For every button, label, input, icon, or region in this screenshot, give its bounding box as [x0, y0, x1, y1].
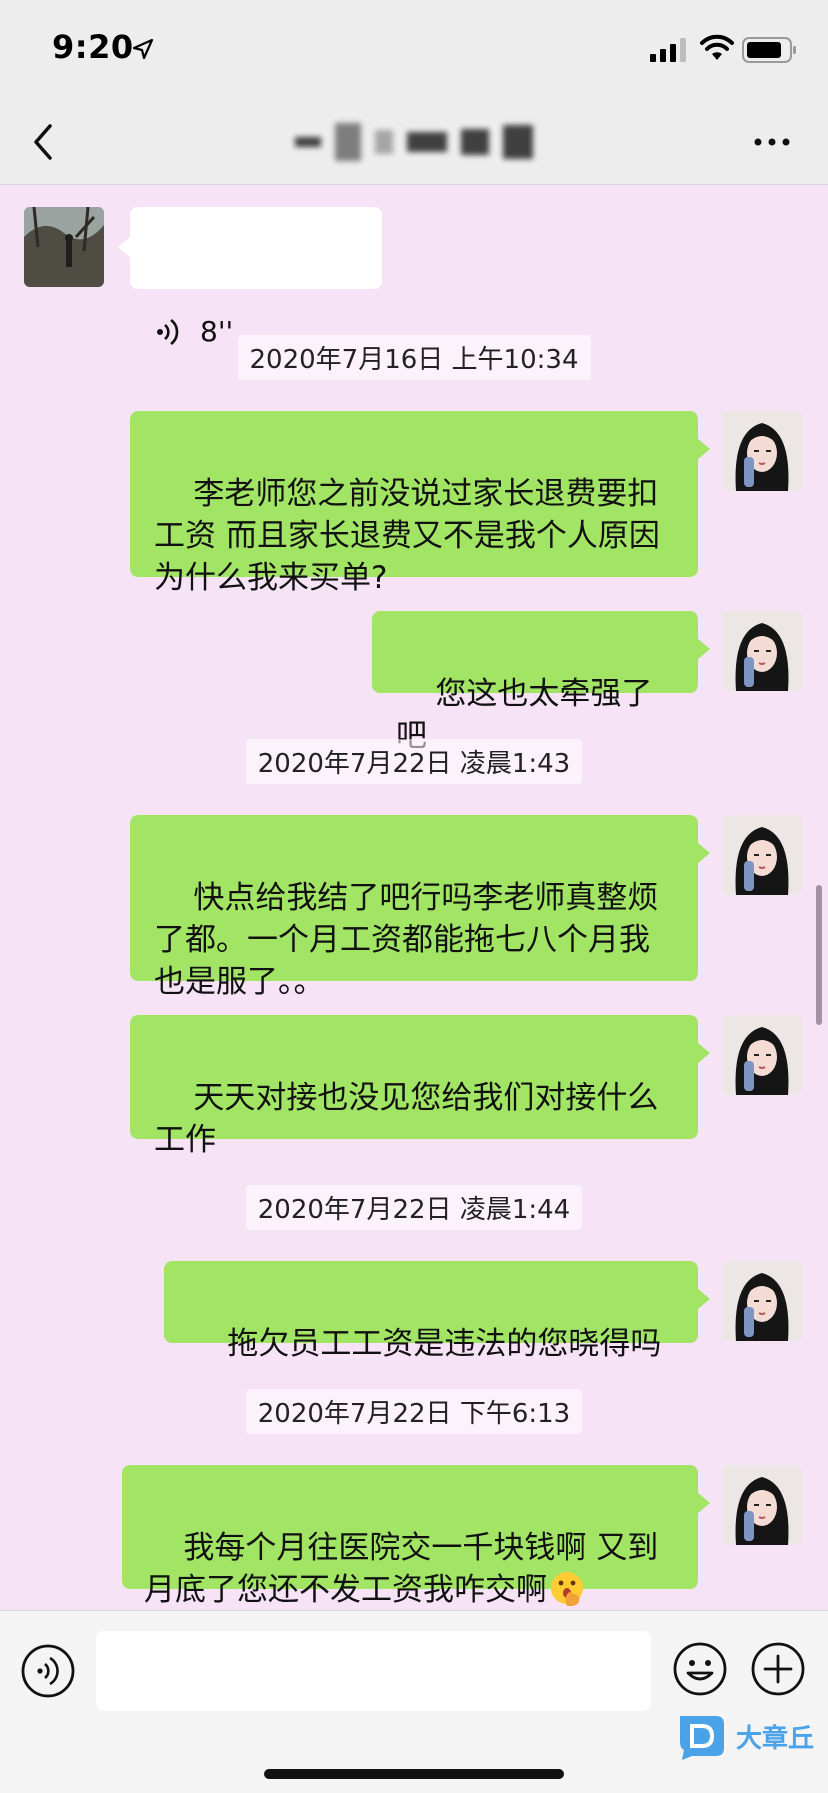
chat-message-list[interactable]: 8'' 2020年7月16日 上午10:34 李老师您之前没说过家长退费要扣工资…	[0, 185, 828, 1610]
my-avatar[interactable]	[722, 1015, 802, 1095]
my-avatar[interactable]	[722, 1465, 802, 1545]
outgoing-message-bubble[interactable]: 您这也太牵强了吧	[372, 611, 710, 754]
contact-name-blurred	[240, 116, 588, 168]
my-avatar[interactable]	[722, 611, 802, 691]
timestamp: 2020年7月22日 凌晨1:44	[0, 1185, 828, 1230]
timestamp: 2020年7月22日 下午6:13	[0, 1389, 828, 1434]
home-indicator[interactable]	[264, 1769, 564, 1779]
my-avatar[interactable]	[722, 815, 802, 895]
outgoing-message-bubble[interactable]: 快点给我结了吧行吗李老师真整烦了都。一个月工资都能拖七八个月我也是服了。。	[130, 815, 710, 1000]
blur-block	[375, 130, 393, 154]
status-bar: 9:20	[0, 0, 828, 100]
my-avatar[interactable]	[722, 411, 802, 491]
message-text: 拖欠员工工资是违法的您晓得吗	[227, 1326, 662, 1362]
message-text: 天天对接也没见您给我们对接什么工作	[154, 1080, 659, 1158]
plus-circle-icon[interactable]	[750, 1641, 806, 1697]
outgoing-message-bubble[interactable]: 李老师您之前没说过家长退费要扣工资 而且家长退费又不是我个人原因为什么我来买单?	[130, 411, 710, 596]
contact-avatar[interactable]	[24, 207, 104, 287]
face-with-hand-over-mouth-emoji	[551, 1572, 583, 1606]
blur-block	[295, 137, 321, 147]
watermark: 大章丘	[676, 1710, 814, 1762]
timestamp-label: 2020年7月16日 上午10:34	[237, 335, 591, 380]
voice-input-icon[interactable]	[20, 1643, 76, 1699]
message-text: 李老师您之前没说过家长退费要扣工资 而且家长退费又不是我个人原因为什么我来买单?	[154, 476, 660, 596]
chevron-left-icon[interactable]	[26, 118, 62, 166]
outgoing-message-bubble[interactable]: 我每个月往医院交一千块钱啊 又到月底了您还不发工资我咋交啊	[122, 1465, 710, 1608]
watermark-text: 大章丘	[736, 1723, 815, 1754]
timestamp: 2020年7月22日 凌晨1:43	[0, 739, 828, 784]
scroll-indicator[interactable]	[816, 885, 822, 1025]
outgoing-message-bubble[interactable]: 拖欠员工工资是违法的您晓得吗	[164, 1261, 710, 1362]
message-text: 快点给我结了吧行吗李老师真整烦了都。一个月工资都能拖七八个月我也是服了。。	[154, 880, 659, 1000]
emoji-face-icon[interactable]	[672, 1641, 728, 1697]
ellipsis-icon[interactable]	[750, 124, 794, 160]
location-arrow-icon	[132, 38, 154, 60]
status-time: 9:20	[52, 28, 134, 66]
blur-block	[461, 129, 489, 155]
battery-icon	[742, 37, 796, 63]
wifi-icon	[700, 34, 734, 60]
blur-block	[503, 125, 533, 159]
chat-header	[0, 100, 828, 185]
voice-message-bubble[interactable]: 8''	[118, 207, 382, 348]
watermark-logo-icon	[680, 1716, 724, 1760]
message-input-bar	[0, 1610, 828, 1793]
timestamp: 2020年7月16日 上午10:34	[0, 335, 828, 380]
outgoing-message-bubble[interactable]: 天天对接也没见您给我们对接什么工作	[130, 1015, 710, 1158]
my-avatar[interactable]	[722, 1261, 802, 1341]
cellular-signal-icon	[650, 38, 686, 62]
timestamp-label: 2020年7月22日 下午6:13	[245, 1389, 583, 1434]
timestamp-label: 2020年7月22日 凌晨1:44	[245, 1185, 583, 1230]
blur-block	[407, 132, 447, 152]
timestamp-label: 2020年7月22日 凌晨1:43	[245, 739, 583, 784]
blur-block	[335, 123, 361, 161]
message-input[interactable]	[96, 1631, 651, 1711]
